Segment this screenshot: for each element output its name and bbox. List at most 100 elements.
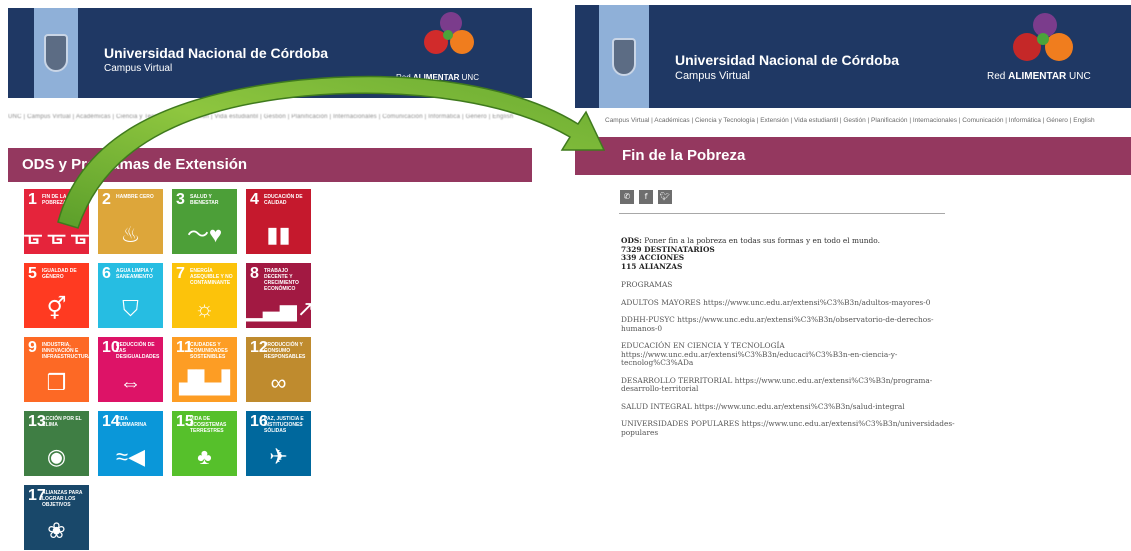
nav-item[interactable]: Internacionales <box>913 117 957 124</box>
ods-tile-9[interactable]: 9 Industria, innovación e infraestructura… <box>24 337 89 402</box>
programs-list: ADULTOS MAYORES https://www.unc.edu.ar/e… <box>621 297 966 438</box>
program-item: DESARROLLO TERRITORIAL https://www.unc.e… <box>621 376 966 394</box>
ods-tile-6[interactable]: 6 Agua limpia y saneamiento ⛉ <box>98 263 163 328</box>
crest-icon <box>44 34 68 72</box>
unc-crest-logo[interactable] <box>34 8 78 98</box>
whatsapp-icon[interactable]: ✆ <box>620 190 634 204</box>
ods-tile-label: Energía asequible y no contaminante <box>190 268 233 286</box>
university-name[interactable]: Universidad Nacional de Córdoba <box>104 45 328 61</box>
ods-tile-label: Igualdad de género <box>42 268 77 280</box>
ods-tile-number: 8 <box>250 265 259 282</box>
nav-item[interactable]: Planificación <box>871 117 908 124</box>
nav-item[interactable]: Ciencia y Tecnología <box>695 117 755 124</box>
program-name: SALUD INTEGRAL <box>621 401 692 411</box>
section-title-bar: ODS y Programas de Extensión <box>8 148 532 182</box>
left-screenshot-ods-grid: Universidad Nacional de Córdoba Campus V… <box>8 8 532 551</box>
ods-tile-4[interactable]: 4 Educación de calidad ▮▮ <box>246 189 311 254</box>
cubes-icon: ❒ <box>46 370 67 395</box>
divider <box>619 213 945 214</box>
ods-tile-13[interactable]: 13 Acción por el clima ◉ <box>24 411 89 476</box>
program-link[interactable]: https://www.unc.edu.ar/extensi%C3%B3n/ad… <box>703 298 930 307</box>
campus-virtual-label[interactable]: Campus Virtual <box>675 70 750 82</box>
ods-tile-label: Trabajo decente y crecimiento económico <box>264 268 299 292</box>
stat-alianzas: 115 ALIANZAS <box>621 261 683 271</box>
program-link[interactable]: https://www.unc.edu.ar/extensi%C3%B3n/ed… <box>621 350 897 368</box>
logo-leaf <box>1037 33 1049 45</box>
site-header: Universidad Nacional de Córdoba Campus V… <box>575 5 1131 108</box>
ods-tile-16[interactable]: 16 Paz, justicia e instituciones sólidas ✈ <box>246 411 311 476</box>
eye-globe-icon: ◉ <box>46 444 67 469</box>
crest-icon <box>612 37 636 76</box>
fish-icon: ≈◀ <box>116 444 145 469</box>
campus-virtual-label[interactable]: Campus Virtual <box>104 63 172 74</box>
ods-tile-number: 3 <box>176 191 185 208</box>
ods-tile-14[interactable]: 14 Vida submarina ≈◀ <box>98 411 163 476</box>
growth-chart-icon: ▁▃▅↗ <box>246 296 311 321</box>
bowl-icon: ♨ <box>120 222 141 247</box>
book-icon: ▮▮ <box>266 222 291 247</box>
equality-icon: ⇔ <box>119 370 142 395</box>
nav-item[interactable]: Informática <box>1009 117 1041 124</box>
program-item: SALUD INTEGRAL https://www.unc.edu.ar/ex… <box>621 401 966 412</box>
ods-tile-label: Acción por el clima <box>42 416 82 428</box>
ods-tile-10[interactable]: 10 Reducción de las desigualdades ⇔ <box>98 337 163 402</box>
program-link[interactable]: https://www.unc.edu.ar/extensi%C3%B3n/sa… <box>694 402 904 411</box>
ods-tile-grid: 1 Fin de la pobreza ᚗ ᚗ ᚗ 2 Hambre cero ♨ 3 Sal… <box>24 189 311 550</box>
nav-item[interactable]: English <box>1073 117 1094 124</box>
ods-tile-label: Reducción de las desigualdades <box>116 342 160 360</box>
program-name: ADULTOS MAYORES <box>621 297 701 307</box>
family-icon: ᚗ ᚗ ᚗ <box>24 222 89 247</box>
ods-tile-number: 7 <box>176 265 185 282</box>
ods-tile-3[interactable]: 3 Salud y bienestar 〜♥ <box>172 189 237 254</box>
section-title: ODS y Programas de Extensión <box>22 156 248 173</box>
ods-label: ODS: <box>621 236 642 245</box>
city-icon: ▟▙▟ <box>179 370 230 395</box>
unc-crest-logo[interactable] <box>599 5 649 108</box>
section-title: Fin de la Pobreza <box>622 147 746 164</box>
gender-icon: ⚥ <box>46 296 67 321</box>
ods-tile-12[interactable]: 12 Producción y consumo responsables ∞ <box>246 337 311 402</box>
ods-tile-17[interactable]: 17 Alianzas para lograr los objetivos ❀ <box>24 485 89 550</box>
heartbeat-icon: 〜♥ <box>186 222 223 247</box>
ods-tile-number: 1 <box>28 191 37 208</box>
ods-text: Poner fin a la pobreza en todas sus form… <box>641 236 880 245</box>
programs-heading: PROGRAMAS <box>621 280 673 289</box>
sun-icon: ☼ <box>194 296 215 321</box>
nav-item[interactable]: Vida estudiantil <box>794 117 838 124</box>
right-screenshot-ods1-page: Universidad Nacional de Córdoba Campus V… <box>575 5 1131 551</box>
university-name[interactable]: Universidad Nacional de Córdoba <box>675 52 899 68</box>
water-icon: ⛉ <box>122 296 139 321</box>
nav-item[interactable]: Campus Virtual <box>605 117 649 124</box>
ods-tile-15[interactable]: 15 Vida de ecosistemas terrestres ♣ <box>172 411 237 476</box>
ods-tile-7[interactable]: 7 Energía asequible y no contaminante ☼ <box>172 263 237 328</box>
ods-tile-1[interactable]: 1 Fin de la pobreza ᚗ ᚗ ᚗ <box>24 189 89 254</box>
ods-tile-11[interactable]: 11 Ciudades y comunidades sostenibles ▟▙▟ <box>172 337 237 402</box>
twitter-icon[interactable]: 🐦︎ <box>658 190 672 204</box>
site-header: Universidad Nacional de Córdoba Campus V… <box>8 8 532 98</box>
share-buttons: ✆ f 🐦︎ <box>620 190 672 204</box>
ods-tile-number: 9 <box>28 339 37 356</box>
program-item: EDUCACIÓN EN CIENCIA Y TECNOLOGÍA https:… <box>621 341 966 368</box>
ods-tile-number: 5 <box>28 265 37 282</box>
logo-orange-circle <box>450 30 474 54</box>
facebook-icon[interactable]: f <box>639 190 653 204</box>
ods-tile-8[interactable]: 8 Trabajo decente y crecimiento económico… <box>246 263 311 328</box>
red-alimentar-label: Red ALIMENTAR UNC <box>396 73 479 82</box>
nav-item[interactable]: Género <box>1046 117 1068 124</box>
red-alimentar-logo[interactable] <box>1005 13 1085 77</box>
red-alimentar-logo[interactable] <box>416 12 486 70</box>
logo-orange-circle <box>1045 33 1073 61</box>
nav-item[interactable]: Comunicación <box>962 117 1003 124</box>
nav-item[interactable]: Académicas <box>654 117 689 124</box>
nav-item[interactable]: Gestión <box>843 117 865 124</box>
composite-figure: Universidad Nacional de Córdoba Campus V… <box>0 0 1131 551</box>
top-nav-blurred[interactable]: UNC | Campus Virtual | Académicas | Cien… <box>8 108 532 126</box>
ods-tile-2[interactable]: 2 Hambre cero ♨ <box>98 189 163 254</box>
dove-icon: ✈ <box>269 444 288 469</box>
nav-item[interactable]: Extensión <box>760 117 789 124</box>
ods-tile-label: Industria, innovación e infraestructura <box>42 342 89 360</box>
logo-leaf <box>443 30 453 40</box>
section-title-bar: Fin de la Pobreza <box>575 137 1131 175</box>
ods-tile-5[interactable]: 5 Igualdad de género ⚥ <box>24 263 89 328</box>
program-item: UNIVERSIDADES POPULARES https://www.unc.… <box>621 419 966 437</box>
